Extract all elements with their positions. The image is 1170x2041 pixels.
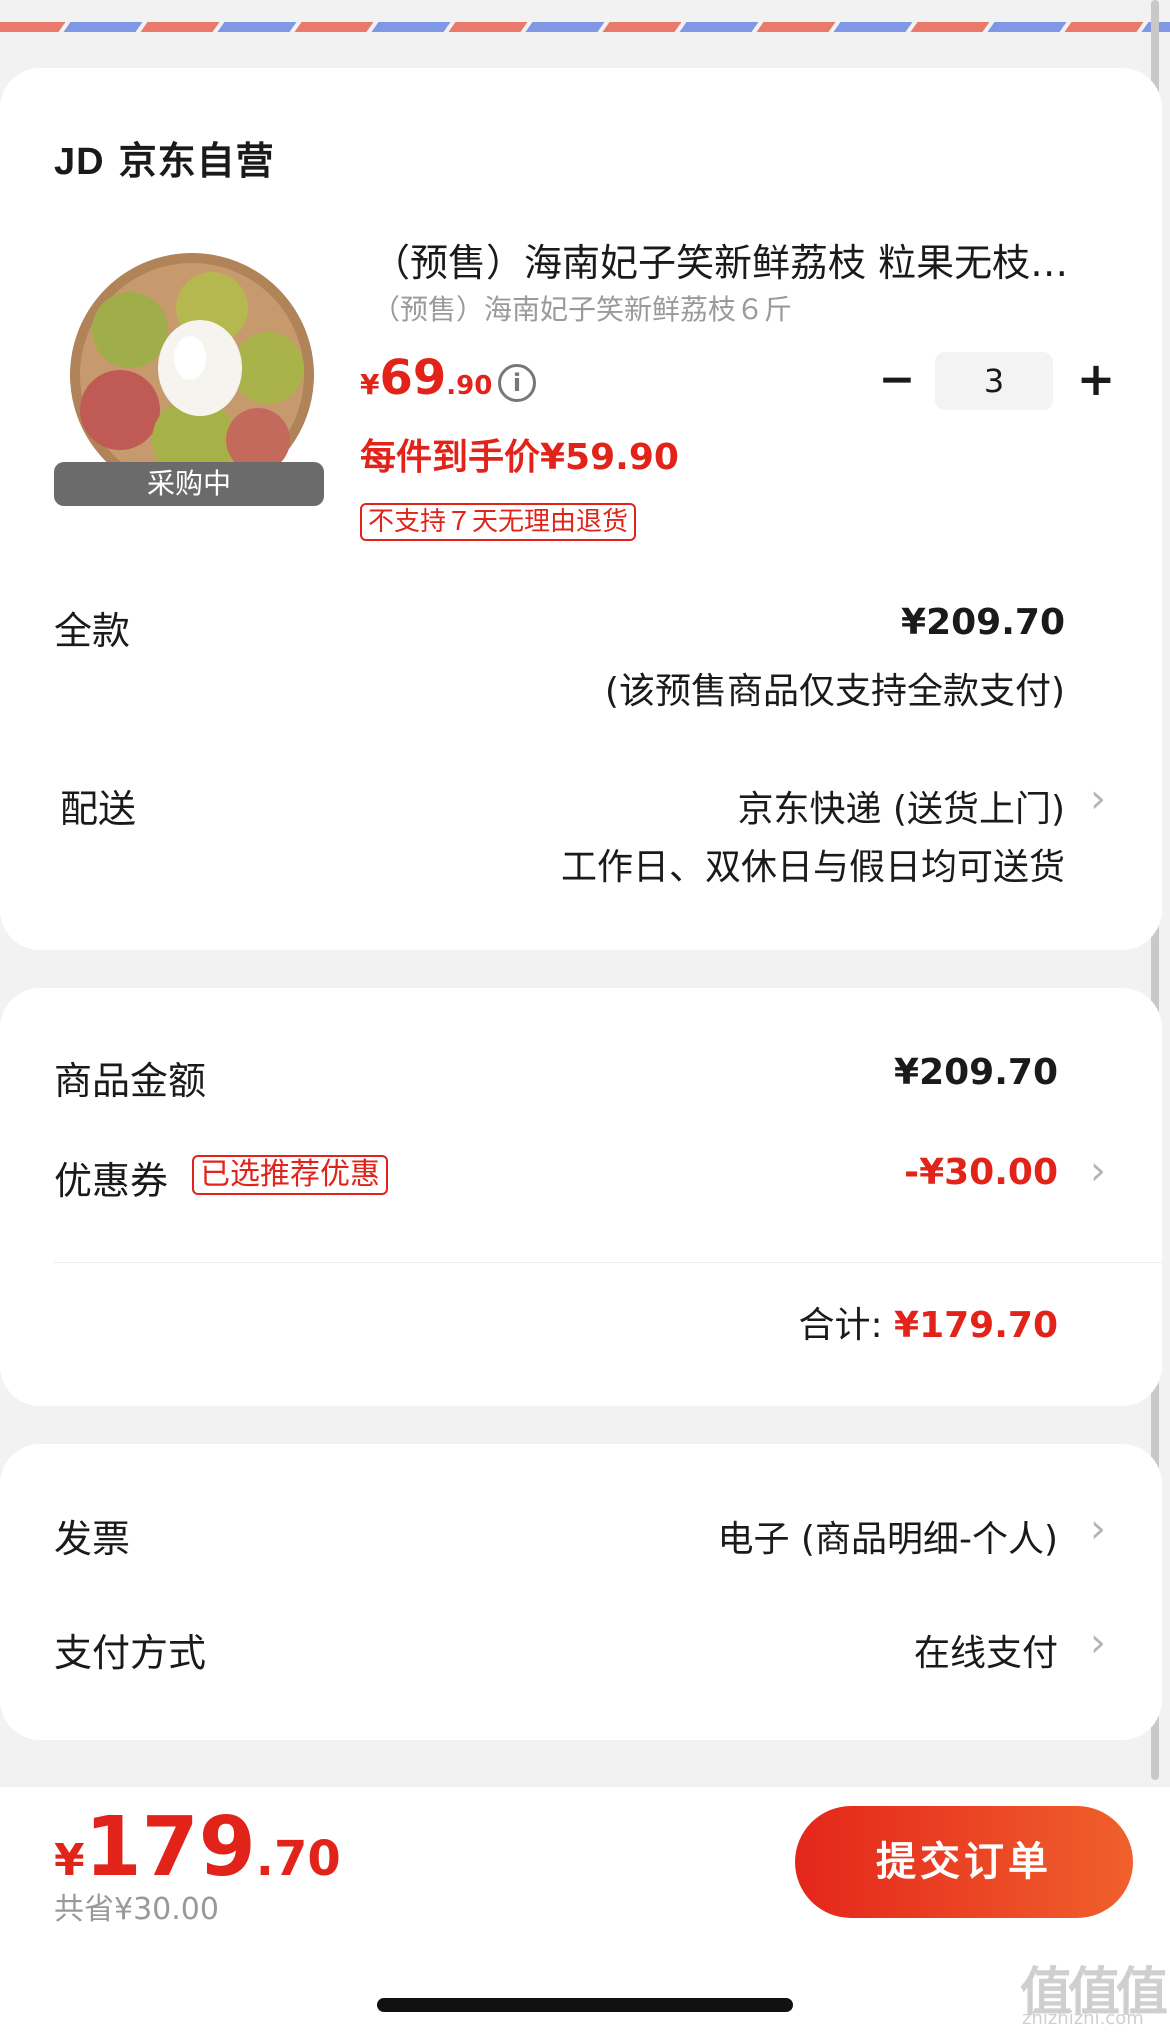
total-decimal: .70: [255, 1831, 341, 1887]
coupon-label: 优惠券: [54, 1159, 169, 1203]
airmail-stripe: [63, 22, 143, 32]
shop-label: 京东自营: [118, 139, 275, 183]
price-currency: ¥: [360, 368, 380, 401]
invoice-value: 电子 (商品明细-个人): [717, 1519, 1058, 1560]
delivery-label: 配送: [60, 787, 137, 831]
divider: [54, 1262, 1162, 1263]
airmail-stripe: [294, 22, 374, 32]
purchasing-badge: 采购中: [54, 462, 324, 506]
coupon-recommended-tag: 已选推荐优惠: [192, 1155, 388, 1195]
product-price: ¥69.90: [360, 350, 492, 406]
airmail-stripe: [1064, 22, 1144, 32]
jd-logo: JD: [54, 141, 105, 183]
checkout-total: ¥179.70: [54, 1800, 341, 1895]
info-icon[interactable]: i: [498, 364, 536, 402]
unit-final-price: 每件到手价¥59.90: [360, 437, 679, 478]
payment-method-value: 在线支付: [913, 1633, 1058, 1674]
subtotal-label: 合计:: [798, 1305, 883, 1346]
home-indicator[interactable]: [377, 1998, 793, 2012]
chevron-right-icon: ›: [1090, 1506, 1106, 1552]
airmail-stripe: [679, 22, 759, 32]
invoice-payment-card: [0, 1444, 1162, 1740]
airmail-stripe: [756, 22, 836, 32]
product-subtitle: （预售）海南妃子笑新鲜荔枝６斤: [372, 293, 793, 326]
full-payment-note: (该预售商品仅支持全款支付): [604, 671, 1065, 712]
airmail-stripe: [217, 22, 297, 32]
saved-amount: 共省¥30.00: [54, 1892, 219, 1927]
airmail-stripe: [0, 22, 66, 32]
airmail-stripe: [602, 22, 682, 32]
decrease-quantity-button[interactable]: −: [877, 358, 917, 402]
airmail-stripe: [987, 22, 1067, 32]
delivery-schedule: 工作日、双休日与假日均可送货: [560, 847, 1065, 888]
airmail-stripe: [140, 22, 220, 32]
price-integer: 69: [379, 350, 447, 406]
goods-amount-value: ¥209.70: [894, 1052, 1058, 1093]
coupon-amount: -¥30.00: [904, 1152, 1058, 1193]
submit-order-button[interactable]: 提交订单: [795, 1806, 1133, 1918]
payment-method-label: 支付方式: [54, 1631, 207, 1675]
no-return-tag: 不支持７天无理由退货: [360, 503, 637, 541]
subtotal: 合计: ¥179.70: [798, 1296, 1058, 1348]
delivery-method: 京东快递 (送货上门): [737, 789, 1065, 830]
quantity-input[interactable]: 3: [935, 352, 1053, 410]
airmail-stripe: [448, 22, 528, 32]
chevron-right-icon: ›: [1090, 1620, 1106, 1666]
chevron-right-icon: ›: [1090, 1148, 1106, 1194]
invoice-label: 发票: [54, 1517, 131, 1561]
watermark-url: zhizhizhi.com: [1022, 2008, 1144, 2029]
subtotal-amount: ¥179.70: [894, 1305, 1058, 1346]
increase-quantity-button[interactable]: +: [1072, 356, 1120, 404]
full-payment-label: 全款: [54, 609, 131, 653]
airmail-stripe: [833, 22, 913, 32]
price-decimal: .90: [446, 371, 493, 401]
chevron-right-icon: ›: [1090, 776, 1106, 822]
goods-amount-label: 商品金额: [54, 1059, 207, 1103]
airmail-stripe: [371, 22, 451, 32]
product-title[interactable]: （预售）海南妃子笑新鲜荔枝 粒果无枝叶 带箱6斤: [372, 232, 1092, 287]
full-payment-amount: ¥209.70: [901, 602, 1065, 643]
total-currency: ¥: [54, 1835, 85, 1886]
address-stripe: [0, 0, 1170, 34]
airmail-stripe: [525, 22, 605, 32]
total-integer: 179: [84, 1800, 256, 1895]
airmail-stripe: [910, 22, 990, 32]
shop-name: JD 京东自营: [54, 130, 275, 185]
